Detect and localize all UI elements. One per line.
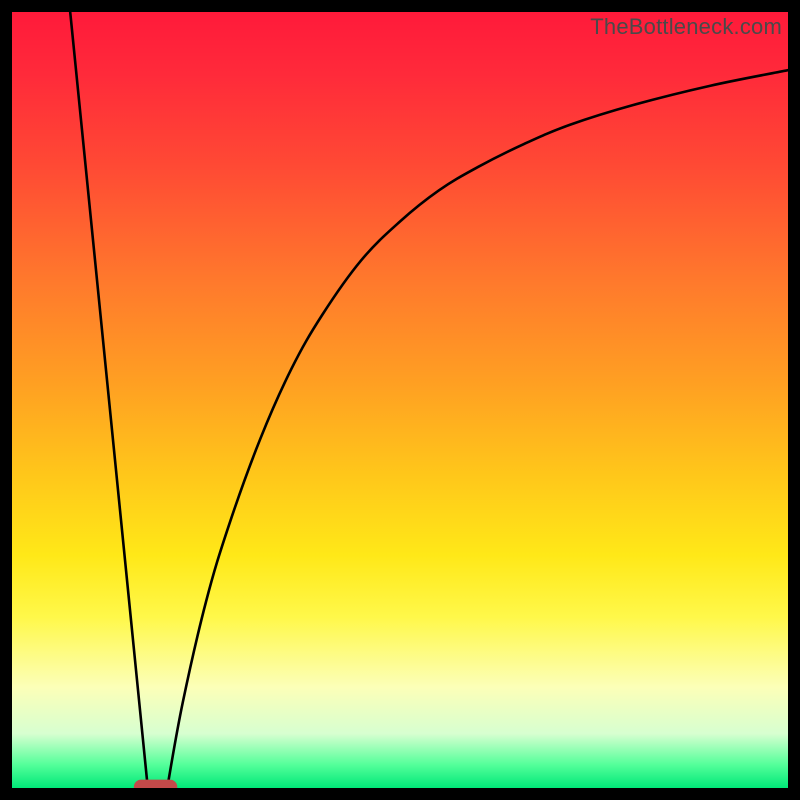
curve-layer: [12, 12, 788, 788]
watermark-text: TheBottleneck.com: [590, 14, 782, 40]
chart-frame: TheBottleneck.com: [0, 0, 800, 800]
vertex-marker: [134, 780, 177, 788]
right-rising-curve: [167, 70, 788, 788]
left-falling-line: [70, 12, 148, 788]
plot-area: [12, 12, 788, 788]
